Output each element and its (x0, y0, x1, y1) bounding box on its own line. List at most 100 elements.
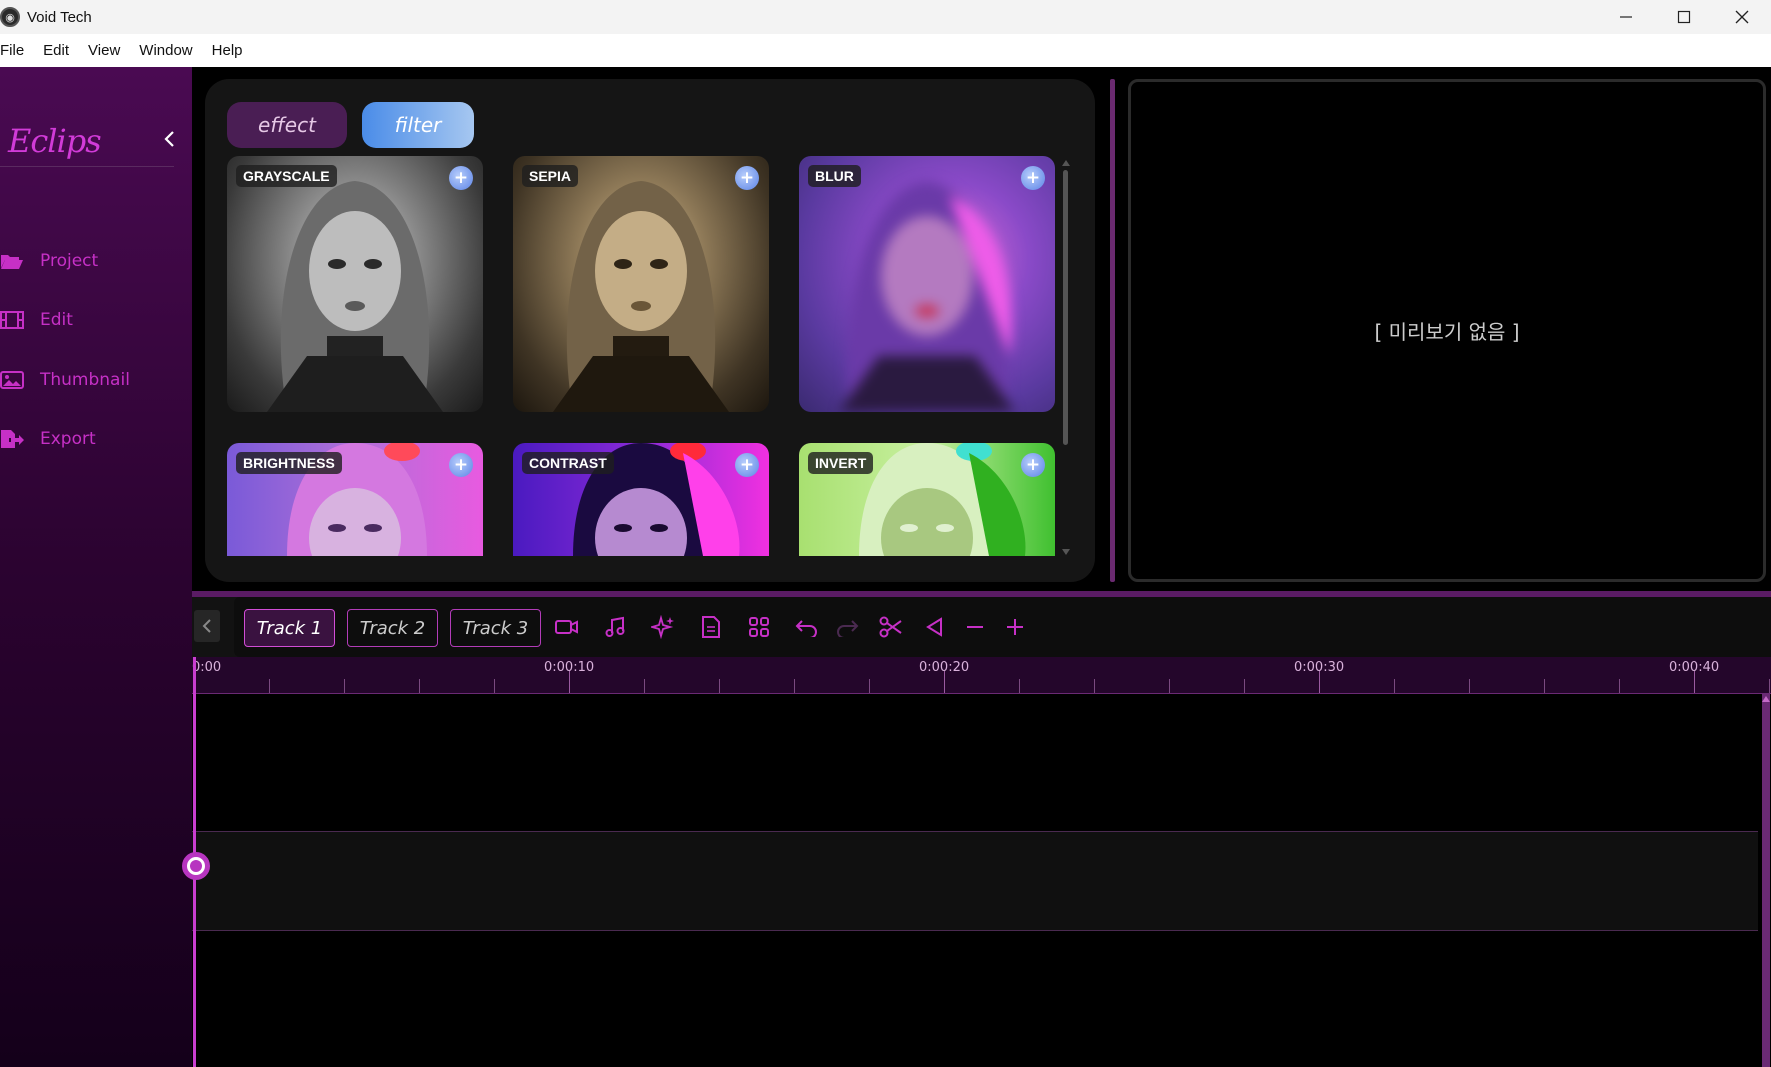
add-filter-button[interactable]: + (735, 166, 759, 190)
sidebar-item-label: Export (40, 429, 96, 449)
timeline-scrollbar[interactable] (1762, 694, 1770, 1067)
close-button[interactable] (1713, 0, 1771, 34)
add-audio-button[interactable] (600, 612, 630, 642)
add-filter-button[interactable]: + (735, 453, 759, 477)
ruler-tick (269, 679, 270, 693)
scroll-up-arrow-icon (1062, 160, 1070, 166)
ruler-tick (944, 671, 945, 693)
sidebar-item-thumbnail[interactable]: Thumbnail (0, 365, 130, 395)
zoom-in-icon (1007, 619, 1023, 635)
ruler-tick (1769, 679, 1770, 693)
trim-icon (926, 617, 942, 637)
app-logo-icon: ◉ (0, 7, 20, 27)
layout-button[interactable] (744, 612, 774, 642)
sidebar: Eclips Project Edit Thumbnail Export (0, 67, 192, 1067)
title-bar: ◉ Void Tech (0, 0, 1771, 34)
maximize-button[interactable] (1655, 0, 1713, 34)
track-3-button[interactable]: Track 3 (450, 609, 541, 647)
menu-file[interactable]: File (0, 42, 24, 59)
menu-window[interactable]: Window (139, 42, 192, 59)
maximize-icon (1677, 10, 1691, 24)
track-lane[interactable] (192, 831, 1758, 931)
sidebar-item-label: Edit (40, 310, 73, 330)
sidebar-item-label: Thumbnail (40, 370, 130, 390)
timeline-collapse-button[interactable] (194, 610, 220, 642)
window-controls (1597, 0, 1771, 34)
music-icon (605, 616, 625, 637)
filter-card-blur[interactable]: BLUR + (799, 156, 1055, 412)
scissors-icon (879, 616, 902, 638)
undo-button[interactable] (792, 612, 822, 642)
filter-card-contrast[interactable]: CONTRAST + (513, 443, 769, 556)
filter-card-invert[interactable]: INVERT + (799, 443, 1055, 556)
app-logo: Eclips (8, 122, 102, 160)
playhead-handle[interactable] (182, 852, 210, 880)
timeline-tools: Track 1 Track 2 Track 3 (234, 597, 1771, 657)
track-2-button[interactable]: Track 2 (347, 609, 438, 647)
scroll-down-arrow-icon (1062, 549, 1070, 555)
ruler-tick (1619, 679, 1620, 693)
menu-edit[interactable]: Edit (43, 42, 69, 59)
document-icon (702, 616, 720, 638)
ruler-tick (1469, 679, 1470, 693)
filter-card-sepia[interactable]: SEPIA + (513, 156, 769, 412)
ruler-tick (1019, 679, 1020, 693)
redo-button[interactable] (832, 612, 862, 642)
filter-card-brightness[interactable]: BRIGHTNESS + (227, 443, 483, 556)
cut-button[interactable] (876, 612, 906, 642)
ruler-tick (1544, 679, 1545, 693)
filter-label: INVERT (808, 452, 874, 474)
scroll-up-arrow-icon (1762, 696, 1770, 702)
effects-button[interactable] (648, 612, 678, 642)
tab-filter[interactable]: filter (362, 102, 474, 148)
sidebar-collapse-button[interactable] (160, 127, 180, 151)
minimize-icon (1620, 16, 1632, 18)
add-filter-button[interactable]: + (449, 453, 473, 477)
ruler-tick (1169, 679, 1170, 693)
add-video-button[interactable] (552, 612, 582, 642)
ruler-tick (494, 679, 495, 693)
tab-effect[interactable]: effect (227, 102, 347, 148)
filter-label: SEPIA (522, 165, 579, 187)
timeline-toolbar: Track 1 Track 2 Track 3 (192, 597, 1771, 657)
panel-splitter[interactable] (1110, 79, 1115, 582)
folder-open-icon (0, 251, 26, 271)
add-text-button[interactable] (696, 612, 726, 642)
filter-card-grayscale[interactable]: GRAYSCALE + (227, 156, 483, 412)
undo-icon (795, 620, 817, 637)
sidebar-item-edit[interactable]: Edit (0, 305, 73, 335)
add-filter-button[interactable]: + (449, 166, 473, 190)
zoom-out-icon (967, 626, 983, 628)
sidebar-item-export[interactable]: Export (0, 424, 96, 454)
ruler-tick (1244, 679, 1245, 693)
preview-empty-text: [ 미리보기 없음 ] (1374, 320, 1520, 344)
add-filter-button[interactable]: + (1021, 453, 1045, 477)
portrait-image (839, 181, 1015, 412)
sidebar-item-project[interactable]: Project (0, 246, 98, 276)
menu-view[interactable]: View (88, 42, 120, 59)
portrait-image (267, 181, 443, 412)
ruler-tick (1394, 679, 1395, 693)
export-icon (0, 429, 26, 449)
filter-label: GRAYSCALE (236, 165, 337, 187)
ruler-tick (419, 679, 420, 693)
zoom-out-button[interactable] (960, 612, 990, 642)
ruler-tick (869, 679, 870, 693)
ruler-tick (1094, 679, 1095, 693)
trim-button[interactable] (920, 612, 950, 642)
filter-panel: effect filter GRAYSCALE + SEPIA + BLUR +… (205, 79, 1095, 582)
filter-label: BRIGHTNESS (236, 452, 342, 474)
filter-label: CONTRAST (522, 452, 614, 474)
ruler-tick (1319, 671, 1320, 693)
track-1-button[interactable]: Track 1 (244, 609, 335, 647)
menu-help[interactable]: Help (212, 42, 243, 59)
ruler-tick (794, 679, 795, 693)
timeline-ruler[interactable]: 0:00 0:00:10 0:00:20 0:00:30 0:00:40 (192, 657, 1771, 694)
add-filter-button[interactable]: + (1021, 166, 1045, 190)
timeline-track-area[interactable] (192, 694, 1771, 1067)
ruler-tick (344, 679, 345, 693)
zoom-in-button[interactable] (1000, 612, 1030, 642)
minimize-button[interactable] (1597, 0, 1655, 34)
portrait-image (553, 181, 729, 412)
filter-scrollbar-thumb[interactable] (1063, 170, 1068, 445)
